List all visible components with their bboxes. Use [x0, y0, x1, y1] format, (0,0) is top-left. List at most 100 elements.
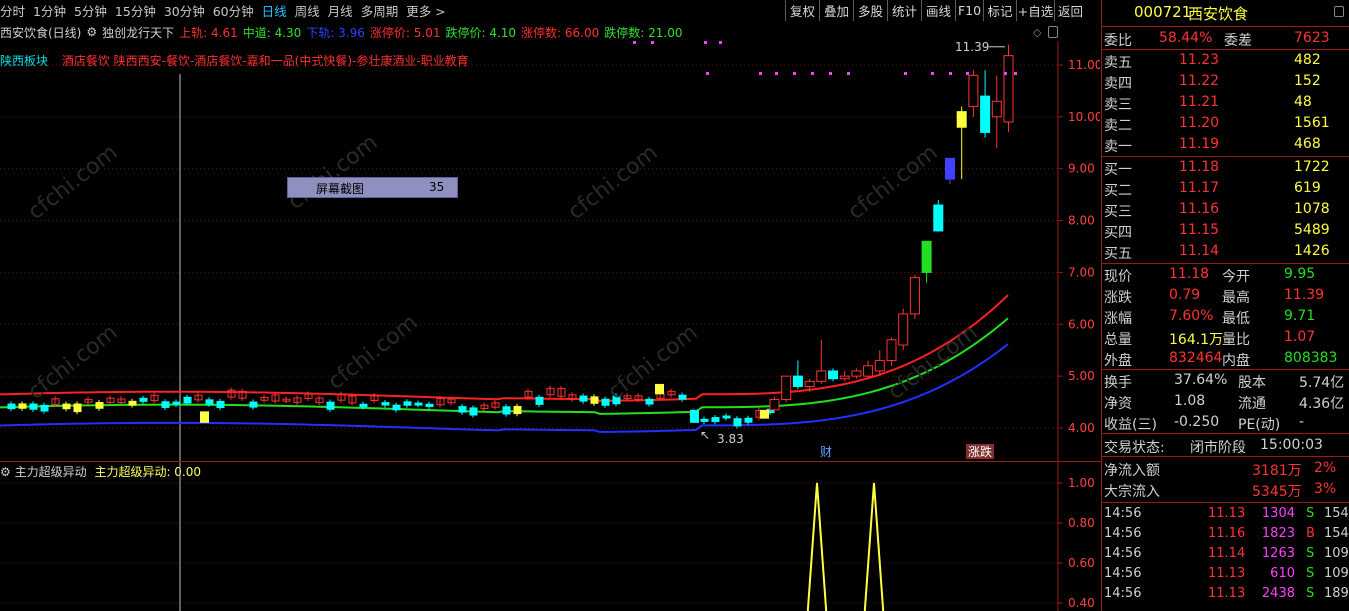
stat-label: 最高	[1222, 290, 1250, 306]
candle	[29, 403, 38, 410]
stat-value: 832464	[1169, 350, 1223, 366]
status-label: 交易状态:	[1104, 440, 1165, 456]
screenshot-label: 屏幕截图	[316, 182, 365, 196]
event-marker-finance[interactable]: 财	[820, 445, 832, 459]
bid-vol: 1426	[1294, 243, 1330, 259]
main-chart[interactable]: 11.00 10.00 9.00 8.00 7.00 6.00 5.00 4.00 11.39 ↖…	[0, 41, 1100, 461]
candle	[73, 403, 82, 413]
toolbar-5[interactable]: F10	[955, 0, 983, 21]
panel-toggle-icon[interactable]	[1048, 26, 1058, 38]
sub-chart[interactable]: 1.00 0.80 0.60 0.40	[0, 462, 1100, 611]
toolbar-1[interactable]: 叠加	[819, 0, 853, 21]
y-tick-label: 7.00	[1068, 265, 1095, 279]
limit-down-price: 跌停价: 4.10	[445, 25, 517, 40]
candle	[792, 375, 803, 388]
candle	[172, 401, 181, 405]
screenshot-value: 35	[429, 180, 445, 194]
period-tab-4[interactable]: 30分钟	[164, 1, 205, 20]
detail-icon[interactable]	[1334, 6, 1344, 17]
toolbar-7[interactable]: +自选	[1016, 0, 1054, 21]
candle	[139, 397, 148, 402]
high-annotation: 11.39	[955, 41, 989, 54]
ask-row: 卖二 11.20 1561	[1104, 113, 1337, 134]
period-tab-0[interactable]: 分时	[0, 1, 25, 20]
candle	[200, 411, 209, 423]
toolbar-0[interactable]: 复权	[785, 0, 819, 21]
y-tick-label: 6.00	[1068, 317, 1095, 331]
period-tab-9[interactable]: 多周期	[361, 1, 399, 20]
weicha-value: 7623	[1294, 30, 1330, 46]
period-tab-10[interactable]: 更多 >	[406, 1, 445, 20]
candle	[403, 401, 412, 406]
trade-price: 11.13	[1208, 586, 1246, 601]
event-marker-limit[interactable]: 涨跌	[968, 444, 992, 459]
limit-marker-dot	[829, 72, 832, 75]
panel-close-icon[interactable]: ◇	[1033, 26, 1041, 39]
screenshot-popup[interactable]: 屏幕截图 35	[287, 177, 458, 198]
status-time: 15:00:03	[1260, 437, 1323, 453]
ask-label: 卖一	[1104, 139, 1132, 155]
block-label: 大宗流入	[1104, 484, 1160, 500]
limit-marker-dot	[651, 41, 654, 44]
period-bar: 分时 1分钟 5分钟 15分钟 30分钟 60分钟 日线 周线 月线 多周期 更多 >	[0, 0, 700, 21]
bid-price: 11.18	[1179, 159, 1220, 175]
trade-side: S	[1306, 566, 1315, 581]
toolbar-8[interactable]: 返回	[1054, 0, 1086, 21]
stat-label: 涨幅	[1104, 311, 1132, 327]
settings-icon[interactable]: ⚙	[86, 25, 97, 39]
netflow-label: 净流入额	[1104, 463, 1160, 479]
period-tab-5[interactable]: 60分钟	[213, 1, 254, 20]
period-tab-6[interactable]: 日线	[262, 1, 287, 20]
ask-row: 卖一 11.19 468	[1104, 134, 1337, 155]
sub-y-tick-label: 0.40	[1068, 596, 1095, 610]
quote-panel: 000721 西安饮食 委比 58.44% 委差 7623 卖五 11.23 482 卖四 11…	[1101, 0, 1349, 611]
stock-title[interactable]: 西安饮食(日线)	[0, 24, 81, 41]
fund-row: 换手 37.64% 股本 5.74亿	[1104, 370, 1344, 391]
trade-time: 14:56	[1104, 566, 1142, 581]
trade-row: 14:56 11.13 610 S 109	[1104, 564, 1349, 584]
candle	[921, 240, 932, 273]
bid-label: 买二	[1104, 183, 1132, 199]
stat-label: 最低	[1222, 311, 1250, 327]
bid-label: 买五	[1104, 246, 1132, 262]
period-tab-8[interactable]: 月线	[328, 1, 353, 20]
trade-side: S	[1306, 586, 1315, 601]
candle	[216, 400, 225, 409]
candle	[781, 375, 792, 400]
period-tab-2[interactable]: 5分钟	[74, 1, 107, 20]
toolbar-4[interactable]: 画线	[921, 0, 955, 21]
candle	[744, 417, 753, 423]
fund-value: 1.08	[1174, 393, 1206, 409]
trade-price: 11.13	[1208, 566, 1246, 581]
limit-marker-dot	[931, 72, 934, 75]
webi-value: 58.44%	[1159, 30, 1213, 46]
trade-side: S	[1306, 546, 1315, 561]
toolbar-6[interactable]: 标记	[983, 0, 1016, 21]
fund-value: -	[1299, 414, 1305, 430]
indicator-name[interactable]: 独创龙行天下	[102, 24, 174, 41]
candle	[161, 401, 170, 408]
candle	[700, 418, 709, 422]
stat-value: 9.95	[1284, 266, 1316, 282]
toolbar-3[interactable]: 统计	[887, 0, 921, 21]
stat-row: 外盘 832464 内盘 808383	[1104, 348, 1337, 369]
stat-value: 11.18	[1169, 266, 1210, 282]
y-tick-label: 10.00	[1068, 110, 1100, 124]
stat-value: 164.1万	[1169, 332, 1224, 348]
svg-text:↖: ↖	[700, 428, 710, 442]
period-tab-3[interactable]: 15分钟	[115, 1, 156, 20]
block-row: 大宗流入 5345万 3%	[1104, 479, 1337, 500]
trade-vol: 1304	[1261, 506, 1295, 521]
indicator-header: 西安饮食(日线) ⚙ 独创龙行天下 上轨: 4.61 中道: 4.30 下轨: …	[0, 23, 700, 41]
trade-count: 189	[1324, 586, 1349, 601]
limit-marker-dot	[759, 72, 762, 75]
trade-vol: 1823	[1261, 526, 1295, 541]
period-tab-1[interactable]: 1分钟	[33, 1, 66, 20]
toolbar-2[interactable]: 多股	[853, 0, 887, 21]
period-tab-7[interactable]: 周线	[295, 1, 320, 20]
fund-label: 股本	[1238, 375, 1266, 391]
stat-label: 涨跌	[1104, 290, 1132, 306]
stat-label: 内盘	[1222, 353, 1250, 369]
candle	[886, 339, 897, 362]
quote-title: 000721 西安饮食	[1102, 0, 1349, 25]
